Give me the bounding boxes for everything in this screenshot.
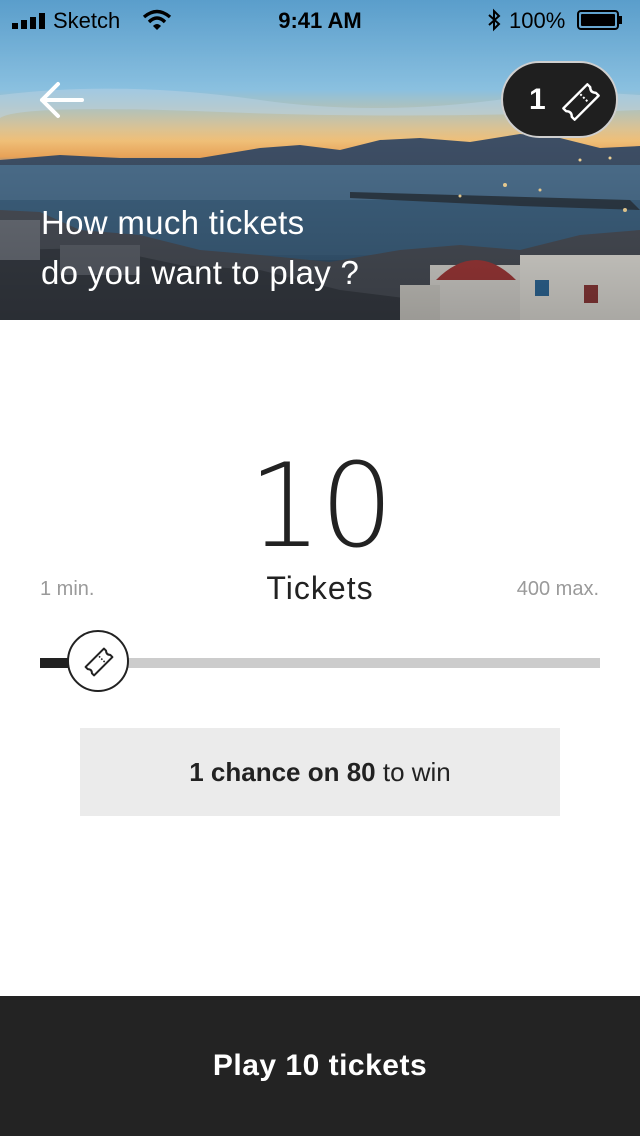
- ticket-icon: [562, 83, 600, 121]
- bluetooth-icon: [488, 8, 501, 32]
- question-line-2: do you want to play ?: [41, 254, 360, 291]
- ticket-balance-count: 1: [529, 83, 546, 116]
- ticket-count-value: 10: [248, 439, 394, 574]
- battery-icon: [577, 10, 622, 30]
- back-arrow-icon: [40, 82, 84, 118]
- ticket-balance-button[interactable]: 1: [501, 61, 618, 138]
- ticket-icon: [84, 647, 114, 677]
- slider-thumb[interactable]: [66, 630, 129, 692]
- back-button[interactable]: [36, 78, 88, 122]
- battery-percentage: 100%: [509, 8, 566, 33]
- max-label: 400 max.: [516, 578, 599, 600]
- status-bar: Sketch 9:41 AM 100%: [0, 0, 640, 40]
- hero-header: Sketch 9:41 AM 100% 1 How much tickets d…: [0, 0, 640, 320]
- win-chance-info: 1 chance on 80 to win: [80, 728, 560, 816]
- play-button[interactable]: Play 10 tickets: [0, 996, 640, 1136]
- page-title: How much tickets do you want to play ?: [41, 198, 481, 298]
- ticket-slider[interactable]: [40, 630, 600, 692]
- win-chance-odds: 1 chance on 80: [189, 757, 376, 787]
- win-chance-suffix: to win: [375, 757, 451, 787]
- question-line-1: How much tickets: [41, 204, 305, 241]
